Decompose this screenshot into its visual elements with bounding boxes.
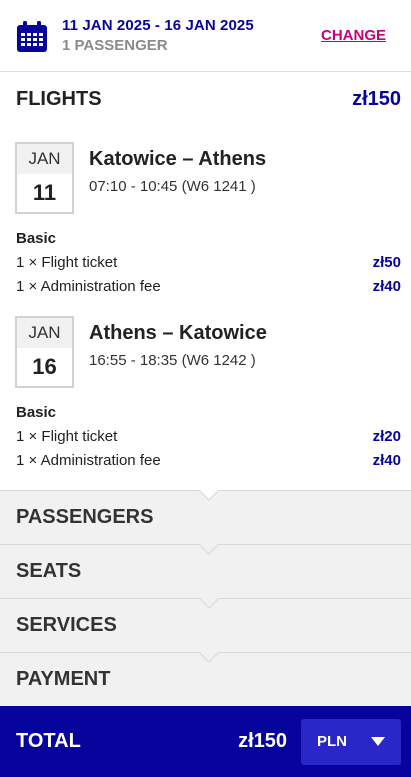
section-title: SEATS (16, 560, 82, 582)
currency-select[interactable]: PLN (301, 718, 401, 765)
trip-summary-header: 11 JAN 2025 - 16 JAN 2025 1 PASSENGER CH… (0, 0, 411, 72)
price-line-admin-fee: 1 × Administration fee zł40 (16, 452, 401, 469)
price-line-label: 1 × Administration fee (16, 452, 161, 469)
price-line-admin-fee: 1 × Administration fee zł40 (16, 278, 401, 295)
section-seats[interactable]: SEATS (0, 544, 411, 598)
price-line-amount: zł50 (372, 254, 401, 271)
trip-dates: 11 JAN 2025 - 16 JAN 2025 (62, 17, 254, 34)
section-title: SERVICES (16, 614, 117, 636)
caret-down-icon (371, 737, 385, 746)
section-services[interactable]: SERVICES (0, 598, 411, 652)
flight-route: Katowice – Athens (89, 148, 267, 170)
flight-date-box: JAN 16 (15, 316, 74, 388)
passenger-count: 1 PASSENGER (62, 37, 168, 54)
price-line-amount: zł20 (372, 428, 401, 445)
flight-day: 16 (32, 354, 57, 379)
section-title: PAYMENT (16, 668, 111, 690)
chevron-down-icon (199, 490, 219, 501)
section-passengers[interactable]: PASSENGERS (0, 490, 411, 544)
total-label: TOTAL (16, 730, 81, 752)
price-line-amount: zł40 (372, 452, 401, 469)
calendar-icon (17, 20, 47, 52)
chevron-down-icon (199, 598, 219, 609)
flight-item: JAN 11 Katowice – Athens 07:10 - 10:45 (… (0, 126, 411, 300)
fare-name: Basic (16, 404, 57, 421)
section-title: PASSENGERS (16, 506, 154, 528)
fare-name: Basic (16, 230, 57, 247)
chevron-down-icon (199, 652, 219, 663)
flights-price: zł150 (352, 87, 401, 110)
flight-times: 16:55 - 18:35 (W6 1242 ) (89, 352, 256, 369)
flight-item: JAN 16 Athens – Katowice 16:55 - 18:35 (… (0, 300, 411, 474)
change-link[interactable]: CHANGE (321, 27, 386, 44)
price-line-flight-ticket: 1 × Flight ticket zł20 (16, 428, 401, 445)
section-payment[interactable]: PAYMENT (0, 652, 411, 706)
flight-day: 11 (32, 180, 57, 205)
flight-month: JAN (17, 144, 72, 174)
flights-section-header: FLIGHTS zł150 (0, 72, 411, 126)
flight-month: JAN (17, 318, 72, 348)
flight-date-box: JAN 11 (15, 142, 74, 214)
currency-value: PLN (317, 733, 347, 750)
price-line-label: 1 × Flight ticket (16, 428, 118, 445)
chevron-down-icon (199, 544, 219, 555)
price-line-label: 1 × Administration fee (16, 278, 161, 295)
price-line-amount: zł40 (372, 278, 401, 295)
trip-dates-block: 11 JAN 2025 - 16 JAN 2025 1 PASSENGER (62, 17, 321, 54)
total-bar: TOTAL zł150 PLN (0, 706, 411, 777)
flight-times: 07:10 - 10:45 (W6 1241 ) (89, 178, 256, 195)
total-amount: zł150 (238, 730, 287, 752)
price-line-flight-ticket: 1 × Flight ticket zł50 (16, 254, 401, 271)
flights-title: FLIGHTS (16, 87, 102, 110)
flight-route: Athens – Katowice (89, 322, 267, 344)
price-line-label: 1 × Flight ticket (16, 254, 118, 271)
collapsed-sections: PASSENGERS SEATS SERVICES PAYMENT (0, 490, 411, 706)
